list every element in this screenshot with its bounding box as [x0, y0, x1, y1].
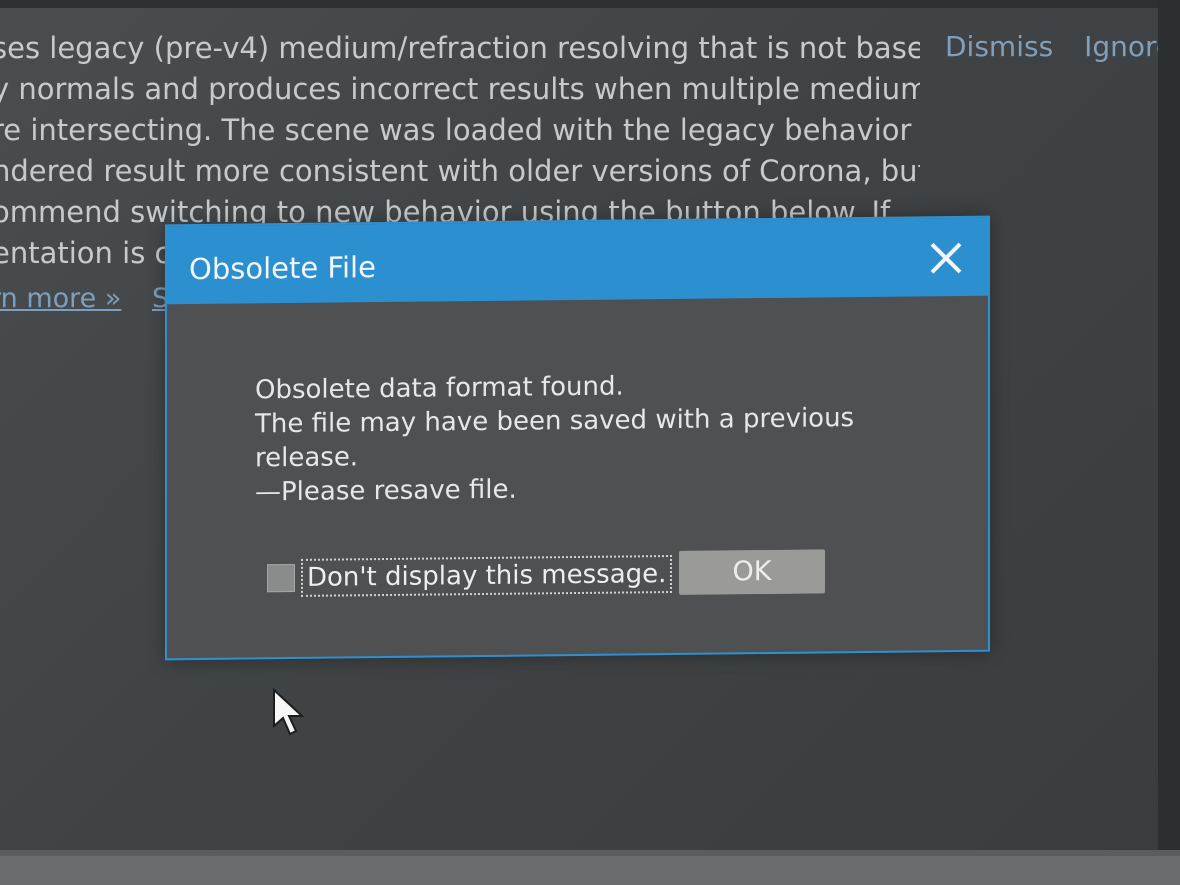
dismiss-link[interactable]: Dismiss [945, 30, 1053, 63]
monitor-bezel [0, 856, 1180, 885]
notice-actions: Dismiss Ignore s [945, 30, 1180, 63]
notice-links: rn more » S [0, 283, 169, 314]
screen: ses legacy (pre-v4) medium/refraction re… [0, 0, 1180, 885]
dont-display-label[interactable]: Don't display this message. [301, 555, 673, 597]
notice-line: y normals and produces incorrect results… [0, 72, 920, 106]
dialog-titlebar: Obsolete File [167, 217, 988, 305]
notice-line: re intersecting. The scene was loaded wi… [0, 113, 920, 147]
screen-right-edge [1158, 0, 1180, 850]
dialog-message: Obsolete data format found. The file may… [255, 367, 854, 509]
dialog-title: Obsolete File [189, 250, 376, 287]
dont-display-option[interactable]: Don't display this message. [267, 555, 673, 597]
dont-display-checkbox[interactable] [267, 563, 295, 593]
close-icon [930, 242, 962, 274]
message-line: The file may have been saved with a prev… [255, 403, 855, 440]
close-button[interactable] [922, 234, 970, 283]
obsolete-file-dialog: Obsolete File Obsolete data format found… [165, 215, 990, 661]
learn-more-link[interactable]: rn more » [0, 283, 121, 314]
notice-line: ndered result more consistent with older… [0, 154, 920, 188]
mouse-pointer-icon [273, 688, 305, 736]
top-divider [0, 0, 1180, 8]
notice-line: ses legacy (pre-v4) medium/refraction re… [0, 31, 920, 65]
ok-button[interactable]: OK [679, 549, 825, 595]
message-line: —Please resave file. [255, 474, 517, 508]
